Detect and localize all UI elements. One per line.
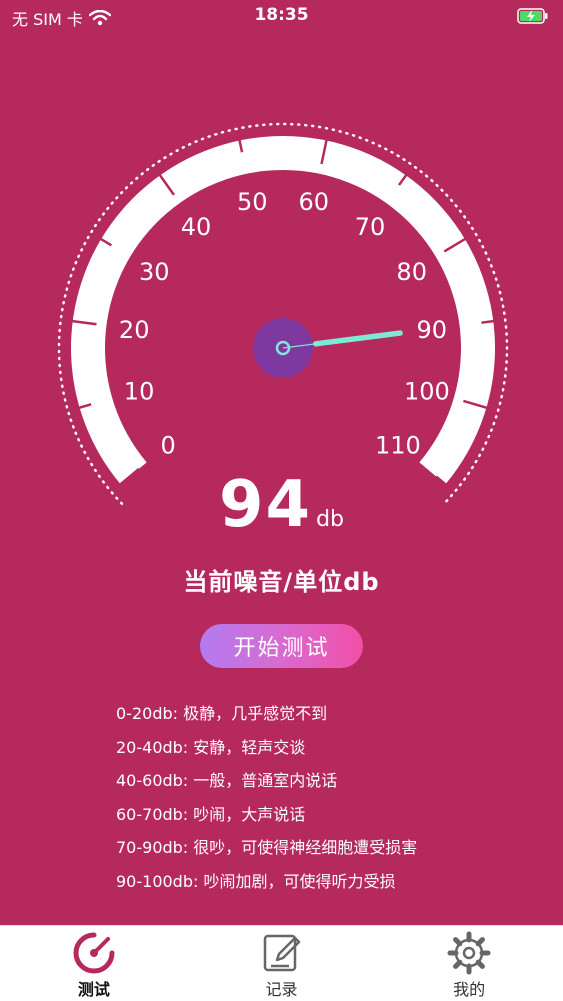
gauge-tick-label: 60 bbox=[298, 188, 329, 216]
gauge-needle bbox=[312, 330, 403, 347]
gauge-tick-label: 20 bbox=[119, 316, 150, 344]
tab-mine-label: 我的 bbox=[453, 980, 486, 999]
legend-item: 60-70db: 吵闹，大声说话 bbox=[116, 804, 306, 824]
tab-test-label: 测试 bbox=[77, 980, 110, 999]
legend-item: 70-90db: 很吵，可使得神经细胞遭受损害 bbox=[116, 838, 418, 857]
gauge-tick-label: 40 bbox=[181, 213, 212, 241]
gauge-tick-label: 100 bbox=[404, 377, 450, 405]
gauge-band bbox=[71, 135, 496, 485]
reading-value: 94 bbox=[219, 468, 313, 542]
start-test-button[interactable]: 开始测试 bbox=[200, 624, 363, 668]
tab-mine[interactable]: 我的 bbox=[375, 926, 563, 1001]
gauge-icon bbox=[73, 932, 115, 974]
tab-test[interactable]: 测试 bbox=[0, 926, 188, 1001]
legend-item: 20-40db: 安静，轻声交谈 bbox=[116, 737, 306, 757]
noise-reading: 94 db bbox=[0, 468, 563, 542]
gear-icon bbox=[447, 931, 491, 975]
legend-item: 0-20db: 极静，几乎感觉不到 bbox=[116, 704, 328, 723]
gauge-tick-label: 90 bbox=[417, 316, 448, 344]
gauge-tick-label: 30 bbox=[139, 258, 170, 286]
edit-icon bbox=[263, 934, 300, 972]
reading-unit: db bbox=[316, 507, 344, 532]
legend-item: 40-60db: 一般，普通室内说话 bbox=[116, 771, 338, 790]
tab-records[interactable]: 记录 bbox=[188, 926, 376, 1001]
tab-bar: 测试 记录 我的 bbox=[0, 925, 563, 1001]
gauge-tick-label: 10 bbox=[124, 377, 155, 405]
gauge-tick-label: 80 bbox=[396, 258, 427, 286]
gauge-tick-label: 50 bbox=[237, 188, 268, 216]
gauge-tick-label: 70 bbox=[355, 213, 386, 241]
gauge-tick-label: 0 bbox=[160, 431, 175, 459]
legend-item: 90-100db: 吵闹加剧，可使得听力受损 bbox=[116, 871, 396, 891]
noise-level-legend: 0-20db: 极静，几乎感觉不到 20-40db: 安静，轻声交谈 40-60db… bbox=[116, 702, 417, 903]
noise-caption: 当前噪音/单位db bbox=[183, 568, 380, 596]
tab-records-label: 记录 bbox=[265, 980, 298, 999]
gauge-tick-label: 110 bbox=[375, 431, 421, 459]
